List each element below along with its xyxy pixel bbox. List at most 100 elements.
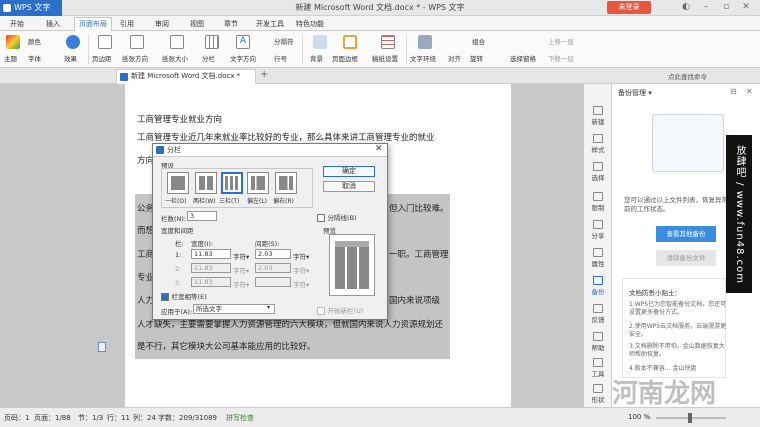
sidebar-item-select[interactable]: 选择 [584,162,612,182]
theme-button[interactable]: 主题 [4,53,17,63]
background-icon [313,35,327,49]
status-page: 页码：1 [4,414,30,422]
new-column-checkbox[interactable]: 开始新栏(U) [317,305,363,315]
wps-app-menu[interactable]: WPS 文字 [0,0,62,16]
spacing-input-2[interactable]: 2.03 [255,263,291,273]
panel-description: 您可以通过以上文件列表，恢复异常之前的工作状态。 [624,196,735,213]
break-button[interactable]: 分隔符 [274,36,294,46]
document-tab[interactable]: 新建 Microsoft Word 文档.docx * [116,69,256,84]
preset-two-columns[interactable] [195,172,217,194]
dialog-close-icon[interactable]: ✕ [375,144,383,154]
spacing-unit-1[interactable]: 字符▾ [293,251,309,261]
width-unit-1[interactable]: 字符▾ [233,251,249,261]
skin-icon[interactable]: ◐ [680,2,692,14]
minimize-icon[interactable]: – [700,2,712,14]
task-sidebar: 新建 样式 选择 限制 分享 属性 备份 反馈 帮助 工具 形状 [583,84,611,407]
sidebar-item-tools[interactable]: 工具 [584,358,612,378]
sidebar-item-share[interactable]: 分享 [584,220,612,240]
spacing-unit-2[interactable]: 字符▾ [293,265,309,275]
font-theme-button[interactable]: 字体 [28,53,41,63]
chevron-down-icon[interactable]: ▾ [267,304,270,311]
width-input-2[interactable]: 11.83 [191,263,231,273]
login-button[interactable]: 未登录 [607,1,651,14]
tab-developer[interactable]: 开发工具 [256,19,284,29]
tab-insert[interactable]: 插入 [46,19,60,29]
width-input-1[interactable]: 11.83 [191,249,231,259]
status-bar: 页码：1 页面：1/88 节：1/3 行：11 列：24 字数：209/3108… [0,407,760,427]
columns-count-input[interactable]: 3 [187,211,217,221]
apply-to-select[interactable]: 所选文字 [193,304,275,314]
color-button[interactable]: 颜色 [28,36,41,46]
width-unit-3[interactable]: 字符▾ [233,279,249,289]
line-number-button[interactable]: 行号 [274,53,287,63]
paper-size-button[interactable]: 纸张大小 [162,53,188,63]
tab-references[interactable]: 引用 [120,19,134,29]
restore-icon[interactable]: ▫ [720,2,732,14]
zoom-level[interactable]: 100 % [628,413,650,421]
sidebar-item-help[interactable]: 帮助 [584,332,612,352]
background-button[interactable]: 背景 [310,53,323,63]
text-direction-button[interactable]: 文字方向 [230,53,256,63]
sidebar-item-properties[interactable]: 属性 [584,248,612,268]
columns-count-label: 栏数(N): [161,215,187,223]
tab-start[interactable]: 开始 [10,19,24,29]
pin-icon[interactable]: ⊟ [730,87,737,96]
view-backups-button[interactable]: 查看其他备份 [656,226,716,242]
zoom-slider-handle[interactable] [688,413,692,423]
clear-backups-button[interactable]: 清除备份文件 [656,250,716,266]
sidebar-item-new[interactable]: 新建 [584,106,612,126]
group-button[interactable]: 组合 [472,36,485,46]
width-input-3[interactable]: 11.83 [191,277,231,287]
spacing-input-3[interactable] [255,277,291,287]
doc-icon [98,342,106,352]
status-pages: 页面：1/88 [34,414,71,422]
preset-left[interactable] [247,172,269,194]
preset-one-column[interactable] [167,172,189,194]
preset-three-columns[interactable] [221,172,243,194]
margins-button[interactable]: 页边距 [92,53,112,63]
cancel-button[interactable]: 取消 [323,181,375,192]
effect-button[interactable]: 效果 [64,53,77,63]
doc-heading: 工商管理专业就业方向 [137,115,223,125]
sidebar-item-backup[interactable]: 备份 [584,276,612,296]
select-pane-button[interactable]: 选择窗格 [510,53,536,63]
panel-close-icon[interactable]: ✕ [746,87,753,96]
spacing-input-1[interactable]: 2.03 [255,249,291,259]
tab-features[interactable]: 特色功能 [296,19,324,29]
rotate-button[interactable]: 旋转 [470,53,483,63]
spacing-unit-3[interactable]: 字符▾ [293,279,309,289]
menu-bar: 开始 插入 页面布局 引用 审阅 视图 章节 开发工具 特色功能 [0,16,760,31]
panel-title[interactable]: 备份管理 ▾ [618,88,652,98]
text-wrap-button[interactable]: 文字环绕 [410,53,436,63]
command-search[interactable]: 点此查找命令 [668,71,707,81]
preset-label-right: 偏右(R) [273,198,294,205]
sidebar-item-restrict[interactable]: 限制 [584,192,612,212]
tip-item: 3.文档删除不用怕，金山数据恢复大师帮助恢复。 [629,343,725,358]
spell-check-toggle[interactable]: 拼写检查 [226,413,254,423]
width-unit-2[interactable]: 字符▾ [233,265,249,275]
status-section: 节：1/3 [78,414,104,422]
new-tab-button[interactable]: + [260,69,268,80]
send-backward-button[interactable]: 下移一层 [548,53,574,63]
page-border-button[interactable]: 页面边框 [332,53,358,63]
bring-forward-button[interactable]: 上移一层 [548,36,574,46]
sidebar-item-feedback[interactable]: 反馈 [584,304,612,324]
preset-right[interactable] [275,172,297,194]
lock-icon [593,192,603,201]
divider-checkbox[interactable]: 分隔线(B) [317,212,357,222]
feedback-icon [593,304,603,313]
ok-button[interactable]: 确定 [323,166,375,177]
columns-button[interactable]: 分栏 [202,53,215,63]
tab-page-layout[interactable]: 页面布局 [74,17,112,31]
sidebar-item-shapes[interactable]: 形状 [584,384,612,404]
tab-review[interactable]: 审阅 [155,19,169,29]
close-icon[interactable]: ✕ [740,2,752,14]
orientation-button[interactable]: 纸张方向 [122,53,148,63]
tab-chapter[interactable]: 章节 [224,19,238,29]
sidebar-item-style[interactable]: 样式 [584,134,612,154]
equal-width-checkbox[interactable]: 栏宽相等(E) [161,291,207,301]
preview-columns [335,241,369,289]
align-button[interactable]: 对齐 [448,53,461,63]
tab-view[interactable]: 视图 [190,19,204,29]
grid-paper-button[interactable]: 稿纸设置 [372,53,398,63]
